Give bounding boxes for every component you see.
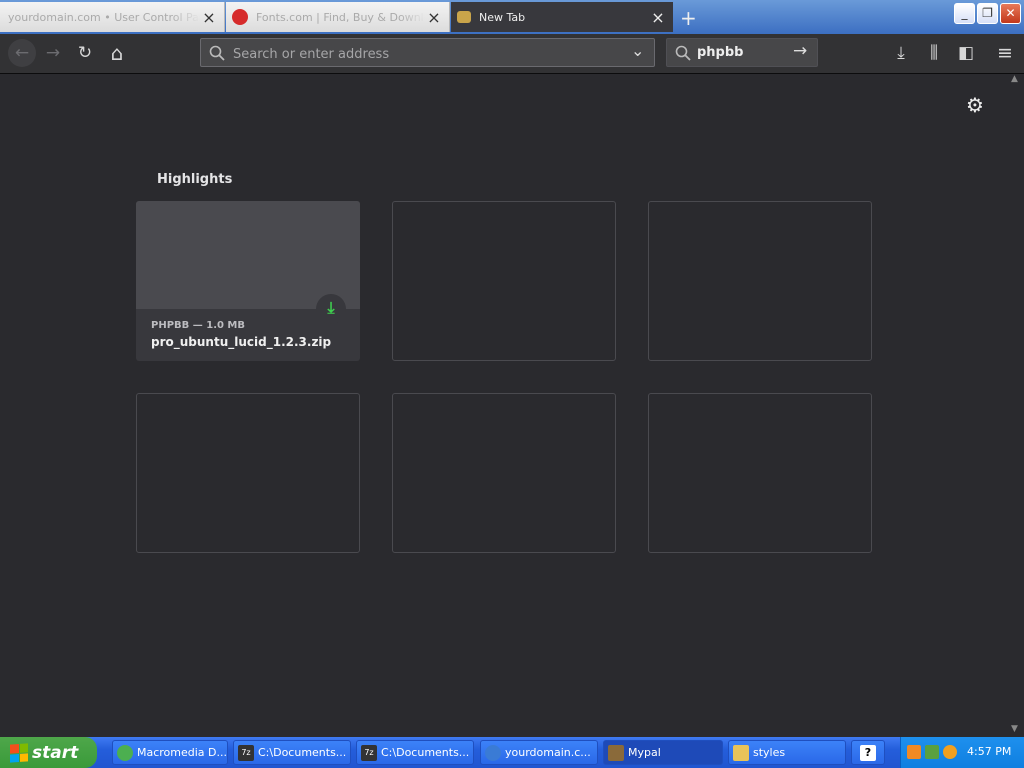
taskbar-item-styles[interactable]: styles bbox=[728, 740, 846, 765]
tab-title: yourdomain.com • User Control Panel bbox=[8, 10, 200, 24]
search-icon bbox=[209, 45, 225, 61]
search-query: phpbb bbox=[697, 45, 744, 60]
close-window-button[interactable]: ✕ bbox=[1000, 3, 1021, 24]
fonts-favicon-icon bbox=[232, 9, 248, 25]
settings-gear-icon[interactable]: ⚙ bbox=[966, 93, 984, 117]
tab-fonts-com[interactable]: Fonts.com | Find, Buy & Download × bbox=[226, 2, 450, 32]
address-input[interactable] bbox=[231, 43, 625, 65]
reload-button[interactable]: ↻ bbox=[74, 42, 96, 64]
downloads-button[interactable]: ⤓ bbox=[890, 42, 912, 64]
taskbar-item-help[interactable]: ? bbox=[851, 740, 885, 765]
empty-highlight-slot bbox=[648, 201, 872, 361]
empty-highlight-slot bbox=[136, 393, 360, 553]
mypal-favicon-icon bbox=[457, 11, 471, 23]
url-dropdown-icon[interactable]: ⌄ bbox=[631, 41, 644, 60]
taskbar: start Macromedia D... 7z C:\Documents...… bbox=[0, 737, 1024, 768]
nav-toolbar: ← → ↻ ⌂ ⌄ phpbb → ⤓ ⫼ ◧ ≡ bbox=[0, 34, 1024, 74]
minimize-button[interactable]: _ bbox=[954, 3, 975, 24]
taskbar-item-macromedia[interactable]: Macromedia D... bbox=[112, 740, 228, 765]
menu-button[interactable]: ≡ bbox=[994, 42, 1016, 64]
task-label: Macromedia D... bbox=[137, 746, 228, 759]
close-tab-icon[interactable]: × bbox=[200, 8, 218, 27]
taskbar-item-documents-1[interactable]: 7z C:\Documents... bbox=[233, 740, 351, 765]
task-label: Mypal bbox=[628, 746, 661, 759]
restore-button[interactable]: ❐ bbox=[977, 3, 998, 24]
search-icon bbox=[675, 45, 691, 61]
highlight-card[interactable]: ⤓ PHPBB — 1.0 MB pro_ubuntu_lucid_1.2.3.… bbox=[136, 201, 360, 361]
empty-highlight-slot bbox=[392, 393, 616, 553]
tab-new-tab[interactable]: New Tab × bbox=[451, 2, 673, 32]
network-tray-icon[interactable] bbox=[925, 745, 939, 759]
card-source: PHPBB — 1.0 MB bbox=[151, 320, 246, 331]
task-label: styles bbox=[753, 746, 786, 759]
taskbar-item-documents-2[interactable]: 7z C:\Documents... bbox=[356, 740, 474, 765]
library-button[interactable]: ⫼ bbox=[923, 42, 945, 64]
new-tab-button[interactable]: + bbox=[680, 6, 697, 30]
ie-icon bbox=[485, 744, 501, 761]
search-go-button[interactable]: → bbox=[793, 41, 807, 61]
xampp-tray-icon[interactable] bbox=[907, 745, 921, 759]
folder-icon bbox=[733, 744, 749, 761]
close-tab-icon[interactable]: × bbox=[649, 8, 667, 27]
tab-strip: yourdomain.com • User Control Panel × Fo… bbox=[0, 0, 1024, 34]
sidebar-button[interactable]: ◧ bbox=[955, 42, 977, 64]
empty-highlight-slot bbox=[392, 201, 616, 361]
mypal-icon bbox=[608, 744, 624, 761]
task-label: C:\Documents... bbox=[258, 746, 347, 759]
home-button[interactable]: ⌂ bbox=[106, 42, 128, 64]
download-icon: ⤓ bbox=[316, 294, 346, 324]
url-bar[interactable]: ⌄ bbox=[200, 38, 655, 67]
scroll-down-icon[interactable]: ▼ bbox=[1011, 724, 1018, 734]
7zip-icon: 7z bbox=[238, 744, 254, 761]
clock: 4:57 PM bbox=[967, 745, 1012, 758]
start-label: start bbox=[32, 742, 79, 763]
task-label: yourdomain.c... bbox=[505, 746, 591, 759]
7zip-icon: 7z bbox=[361, 744, 377, 761]
scrollbar[interactable]: ▲ ▼ bbox=[1008, 74, 1024, 737]
system-tray: 4:57 PM bbox=[900, 737, 1024, 768]
tab-title: New Tab bbox=[479, 10, 526, 24]
back-button[interactable]: ← bbox=[8, 39, 36, 67]
search-bar[interactable]: phpbb → bbox=[666, 38, 818, 67]
search-tray-icon[interactable] bbox=[943, 745, 957, 759]
tab-user-control-panel[interactable]: yourdomain.com • User Control Panel × bbox=[0, 2, 225, 32]
scroll-up-icon[interactable]: ▲ bbox=[1011, 74, 1018, 84]
start-button[interactable]: start bbox=[0, 737, 97, 768]
tab-title: Fonts.com | Find, Buy & Download bbox=[256, 10, 425, 24]
card-filename: pro_ubuntu_lucid_1.2.3.zip bbox=[151, 335, 332, 349]
dreamweaver-icon bbox=[117, 744, 133, 761]
windows-logo-icon bbox=[10, 742, 28, 763]
taskbar-item-mypal[interactable]: Mypal bbox=[603, 740, 723, 765]
card-thumbnail bbox=[136, 201, 360, 309]
empty-highlight-slot bbox=[648, 393, 872, 553]
highlights-heading: Highlights bbox=[157, 172, 233, 187]
help-icon: ? bbox=[860, 744, 876, 761]
task-label: C:\Documents... bbox=[381, 746, 470, 759]
close-tab-icon[interactable]: × bbox=[425, 8, 443, 27]
forward-button[interactable]: → bbox=[42, 42, 64, 64]
taskbar-item-yourdomain[interactable]: yourdomain.c... bbox=[480, 740, 598, 765]
